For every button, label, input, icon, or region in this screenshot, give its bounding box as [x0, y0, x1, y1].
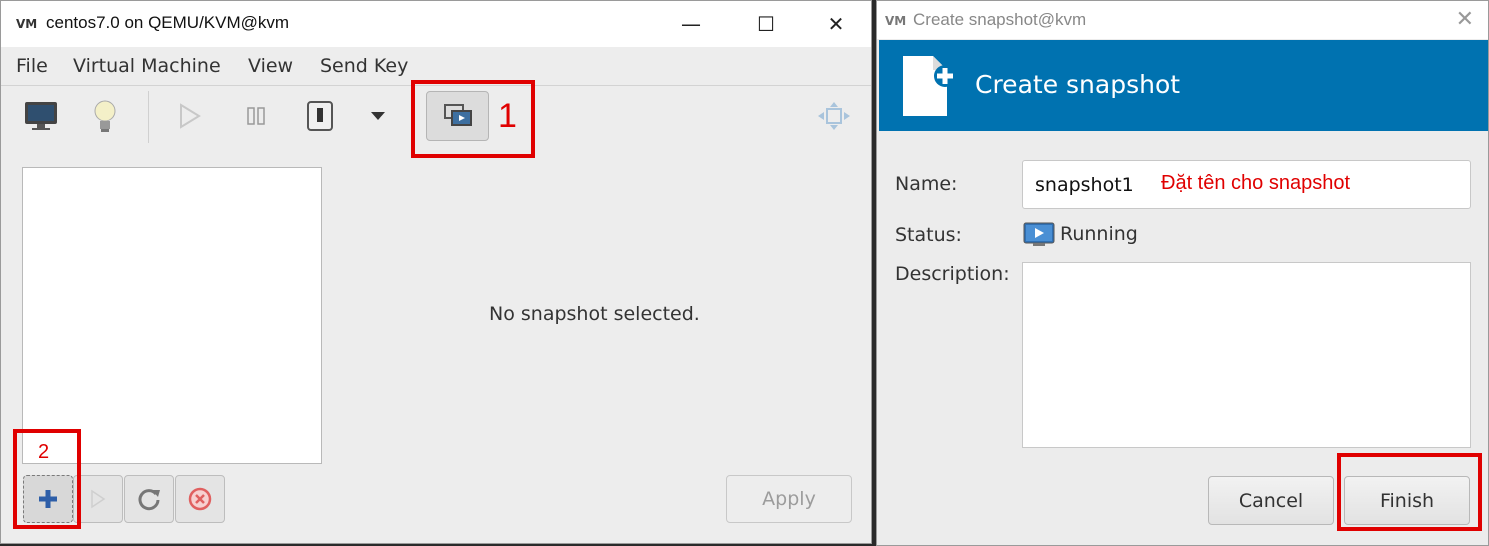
details-button[interactable]: [78, 91, 132, 141]
new-document-icon: [903, 56, 956, 116]
name-value: snapshot1: [1035, 174, 1134, 196]
fullscreen-icon: [818, 102, 850, 130]
snapshot-list[interactable]: [22, 167, 322, 464]
minimize-button[interactable]: —: [656, 1, 726, 47]
status-label: Status:: [895, 224, 962, 246]
console-icon: [25, 102, 57, 130]
name-label: Name:: [895, 173, 958, 195]
dialog-titlebar: VM Create snapshot@kvm ✕: [877, 1, 1488, 39]
name-annotation-note: Đặt tên cho snapshot: [1161, 172, 1351, 194]
apply-button[interactable]: Apply: [726, 475, 852, 523]
vm-window: VM centos7.0 on QEMU/KVM@kvm — ☐ ✕ File …: [0, 0, 872, 544]
toolbar-separator: [148, 91, 149, 143]
virt-manager-logo-icon: VM: [16, 17, 37, 29]
maximize-icon: ☐: [757, 12, 775, 36]
create-snapshot-dialog: VM Create snapshot@kvm ✕ Create snapshot…: [876, 0, 1489, 546]
dialog-header-banner: Create snapshot: [879, 40, 1488, 131]
vm-window-title: centos7.0 on QEMU/KVM@kvm: [46, 13, 290, 32]
running-status-icon: [1023, 222, 1055, 246]
description-field[interactable]: [1022, 262, 1471, 448]
no-snapshot-message: No snapshot selected.: [489, 303, 700, 325]
delete-icon: [188, 487, 212, 511]
pause-icon: [247, 107, 265, 125]
minimize-icon: —: [681, 12, 701, 36]
delete-snapshot-button[interactable]: [175, 475, 225, 523]
annotation-number-2: 2: [38, 441, 50, 463]
shutdown-icon: [307, 101, 333, 131]
console-button[interactable]: [14, 91, 68, 141]
play-icon: [91, 489, 106, 509]
refresh-snapshot-button[interactable]: [124, 475, 174, 523]
dialog-close-button[interactable]: ✕: [1456, 7, 1474, 32]
close-button[interactable]: ✕: [801, 1, 871, 47]
description-label: Description:: [895, 263, 1010, 285]
close-icon: ✕: [827, 12, 845, 36]
shutdown-menu-button[interactable]: [351, 91, 405, 141]
maximize-button[interactable]: ☐: [731, 1, 801, 47]
annotation-box-finish: [1337, 453, 1482, 531]
virt-manager-logo-icon: VM: [885, 14, 906, 26]
cancel-button[interactable]: Cancel: [1208, 476, 1334, 525]
menu-view[interactable]: View: [248, 55, 293, 77]
pause-button[interactable]: [229, 91, 283, 141]
name-field[interactable]: snapshot1 Đặt tên cho snapshot: [1022, 160, 1471, 209]
run-button[interactable]: [163, 91, 217, 141]
svg-text:VM: VM: [16, 17, 37, 29]
shutdown-button[interactable]: [293, 91, 347, 141]
svg-text:VM: VM: [885, 14, 906, 26]
run-icon: [180, 103, 201, 129]
vm-titlebar: VM centos7.0 on QEMU/KVM@kvm — ☐ ✕: [1, 1, 871, 47]
dropdown-icon: [371, 112, 385, 120]
annotation-number-1: 1: [498, 97, 517, 135]
menu-file[interactable]: File: [16, 55, 48, 77]
status-value: Running: [1060, 223, 1138, 245]
dialog-banner-title: Create snapshot: [975, 70, 1181, 99]
dialog-window-title: Create snapshot@kvm: [913, 10, 1087, 29]
refresh-icon: [138, 489, 160, 511]
menu-send-key[interactable]: Send Key: [320, 55, 408, 77]
menu-virtual-machine[interactable]: Virtual Machine: [73, 55, 221, 77]
fullscreen-button[interactable]: [807, 91, 861, 141]
details-lightbulb-icon: [94, 100, 116, 132]
